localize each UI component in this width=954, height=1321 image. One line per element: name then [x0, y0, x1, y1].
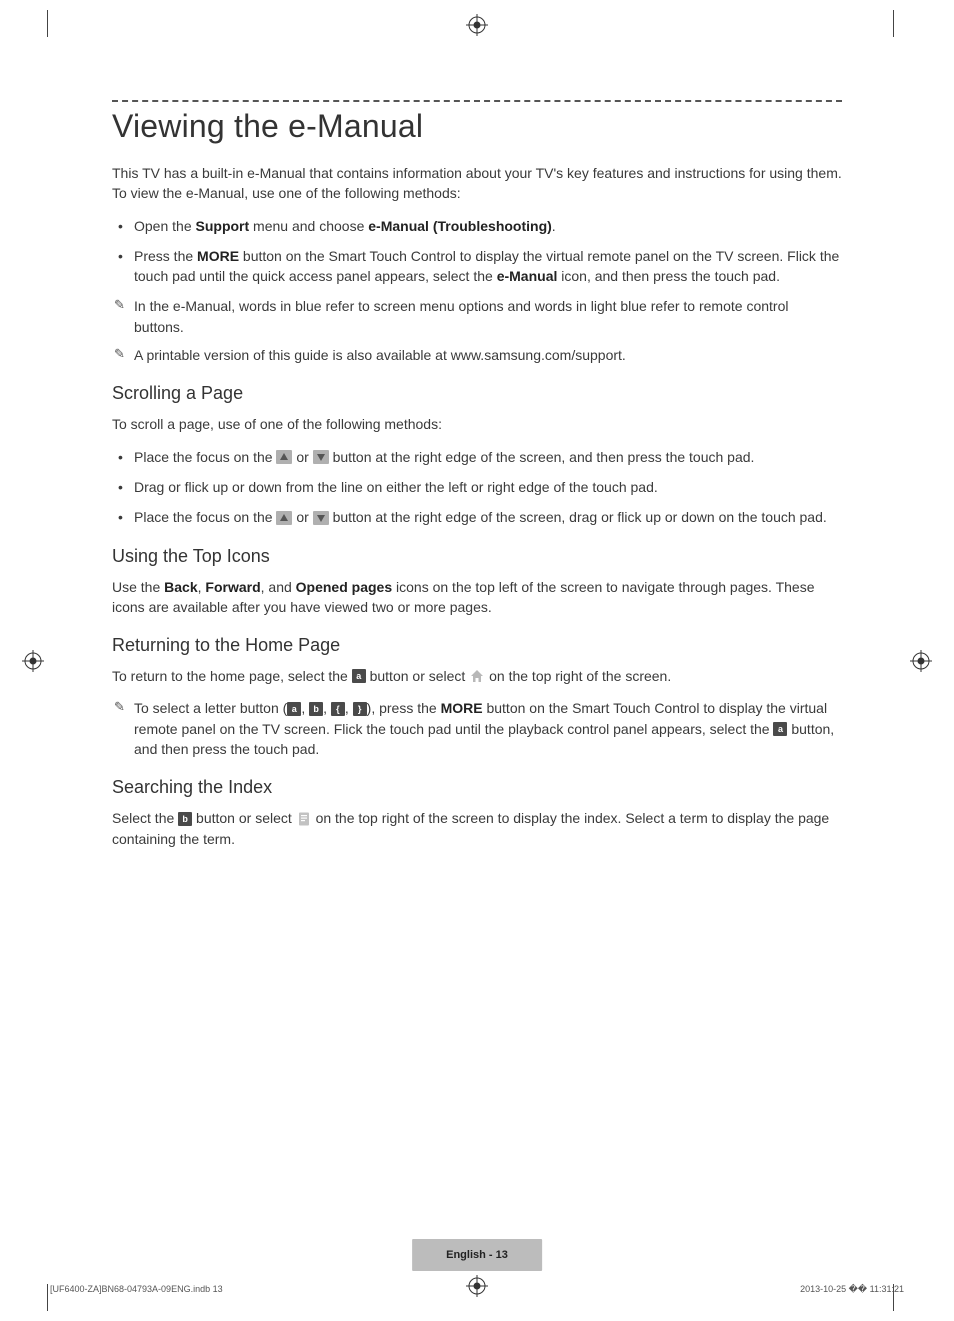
scroll-list: Place the focus on the or button at the …: [112, 447, 842, 528]
letter-button-a-icon: a: [287, 702, 301, 716]
letter-button-b-icon: b: [309, 702, 323, 716]
letter-button-d-icon: }: [353, 702, 367, 716]
section-heading-scrolling: Scrolling a Page: [112, 383, 842, 404]
bold-text: e-Manual (Troubleshooting): [368, 218, 552, 234]
section-heading-home: Returning to the Home Page: [112, 635, 842, 656]
text: menu and choose: [249, 218, 368, 234]
view-methods-list: Open the Support menu and choose e-Manua…: [112, 216, 842, 287]
note-item: In the e-Manual, words in blue refer to …: [112, 296, 842, 337]
text: ,: [301, 700, 309, 716]
text: To select a letter button (: [134, 700, 287, 716]
text: Use the: [112, 579, 164, 595]
bold-text: Back: [164, 579, 197, 595]
text: button or select: [370, 668, 470, 684]
bold-text: MORE: [441, 700, 483, 716]
text: Place the focus on the: [134, 449, 276, 465]
text: , and: [261, 579, 296, 595]
note-item: A printable version of this guide is als…: [112, 345, 842, 365]
text: Select the: [112, 810, 178, 826]
top-icons-paragraph: Use the Back, Forward, and Opened pages …: [112, 577, 842, 618]
text: ), press the: [367, 700, 441, 716]
list-item: Drag or flick up or down from the line o…: [112, 477, 842, 497]
list-item: Press the MORE button on the Smart Touch…: [112, 246, 842, 287]
text: ,: [323, 700, 331, 716]
text: on the top right of the screen.: [489, 668, 671, 684]
registration-mark-top-icon: [466, 14, 488, 36]
section-heading-index: Searching the Index: [112, 777, 842, 798]
text: ,: [345, 700, 353, 716]
text: button at the right edge of the screen, …: [333, 509, 827, 525]
text: or: [296, 509, 312, 525]
crop-mark-top-left: [47, 10, 48, 37]
notes-list: In the e-Manual, words in blue refer to …: [112, 296, 842, 365]
index-page-icon: [296, 811, 312, 827]
text: button at the right edge of the screen, …: [333, 449, 755, 465]
bold-text: e-Manual: [497, 268, 558, 284]
letter-button-c-icon: {: [331, 702, 345, 716]
list-item: Place the focus on the or button at the …: [112, 507, 842, 527]
scroll-intro: To scroll a page, use of one of the foll…: [112, 414, 842, 434]
home-paragraph: To return to the home page, select the a…: [112, 666, 842, 686]
page-number-box: English - 13: [412, 1239, 542, 1271]
print-timestamp: 2013-10-25 �� 11:31:21: [800, 1284, 904, 1295]
letter-button-b-icon: b: [178, 812, 192, 826]
print-footer: [UF6400-ZA]BN68-04793A-09ENG.indb 13 201…: [50, 1284, 904, 1295]
registration-mark-right-icon: [910, 650, 932, 672]
text: icon, and then press the touch pad.: [557, 268, 780, 284]
index-paragraph: Select the b button or select on the top…: [112, 808, 842, 849]
home-icon: [469, 668, 485, 684]
arrow-down-icon: [313, 450, 329, 464]
text: Place the focus on the: [134, 509, 276, 525]
bold-text: Opened pages: [296, 579, 392, 595]
section-heading-top-icons: Using the Top Icons: [112, 546, 842, 567]
crop-mark-bottom-left: [47, 1284, 48, 1311]
bold-text: Support: [196, 218, 250, 234]
text: or: [296, 449, 312, 465]
arrow-up-icon: [276, 511, 292, 525]
print-file-info: [UF6400-ZA]BN68-04793A-09ENG.indb 13: [50, 1284, 223, 1295]
note-item: To select a letter button (a, b, {, }), …: [112, 698, 842, 759]
list-item: Open the Support menu and choose e-Manua…: [112, 216, 842, 236]
crop-mark-top-right: [893, 10, 894, 37]
page-content: Viewing the e-Manual This TV has a built…: [112, 100, 842, 861]
letter-button-a-icon: a: [773, 722, 787, 736]
bold-text: MORE: [197, 248, 239, 264]
arrow-down-icon: [313, 511, 329, 525]
text: To return to the home page, select the: [112, 668, 352, 684]
page-title: Viewing the e-Manual: [112, 108, 842, 145]
letter-button-a-icon: a: [352, 669, 366, 683]
list-item: Place the focus on the or button at the …: [112, 447, 842, 467]
text: Press the: [134, 248, 197, 264]
text: Open the: [134, 218, 196, 234]
title-rule: [112, 100, 842, 102]
intro-paragraph: This TV has a built-in e-Manual that con…: [112, 163, 842, 204]
arrow-up-icon: [276, 450, 292, 464]
text: .: [552, 218, 556, 234]
registration-mark-left-icon: [22, 650, 44, 672]
home-notes: To select a letter button (a, b, {, }), …: [112, 698, 842, 759]
text: button or select: [196, 810, 296, 826]
bold-text: Forward: [205, 579, 260, 595]
